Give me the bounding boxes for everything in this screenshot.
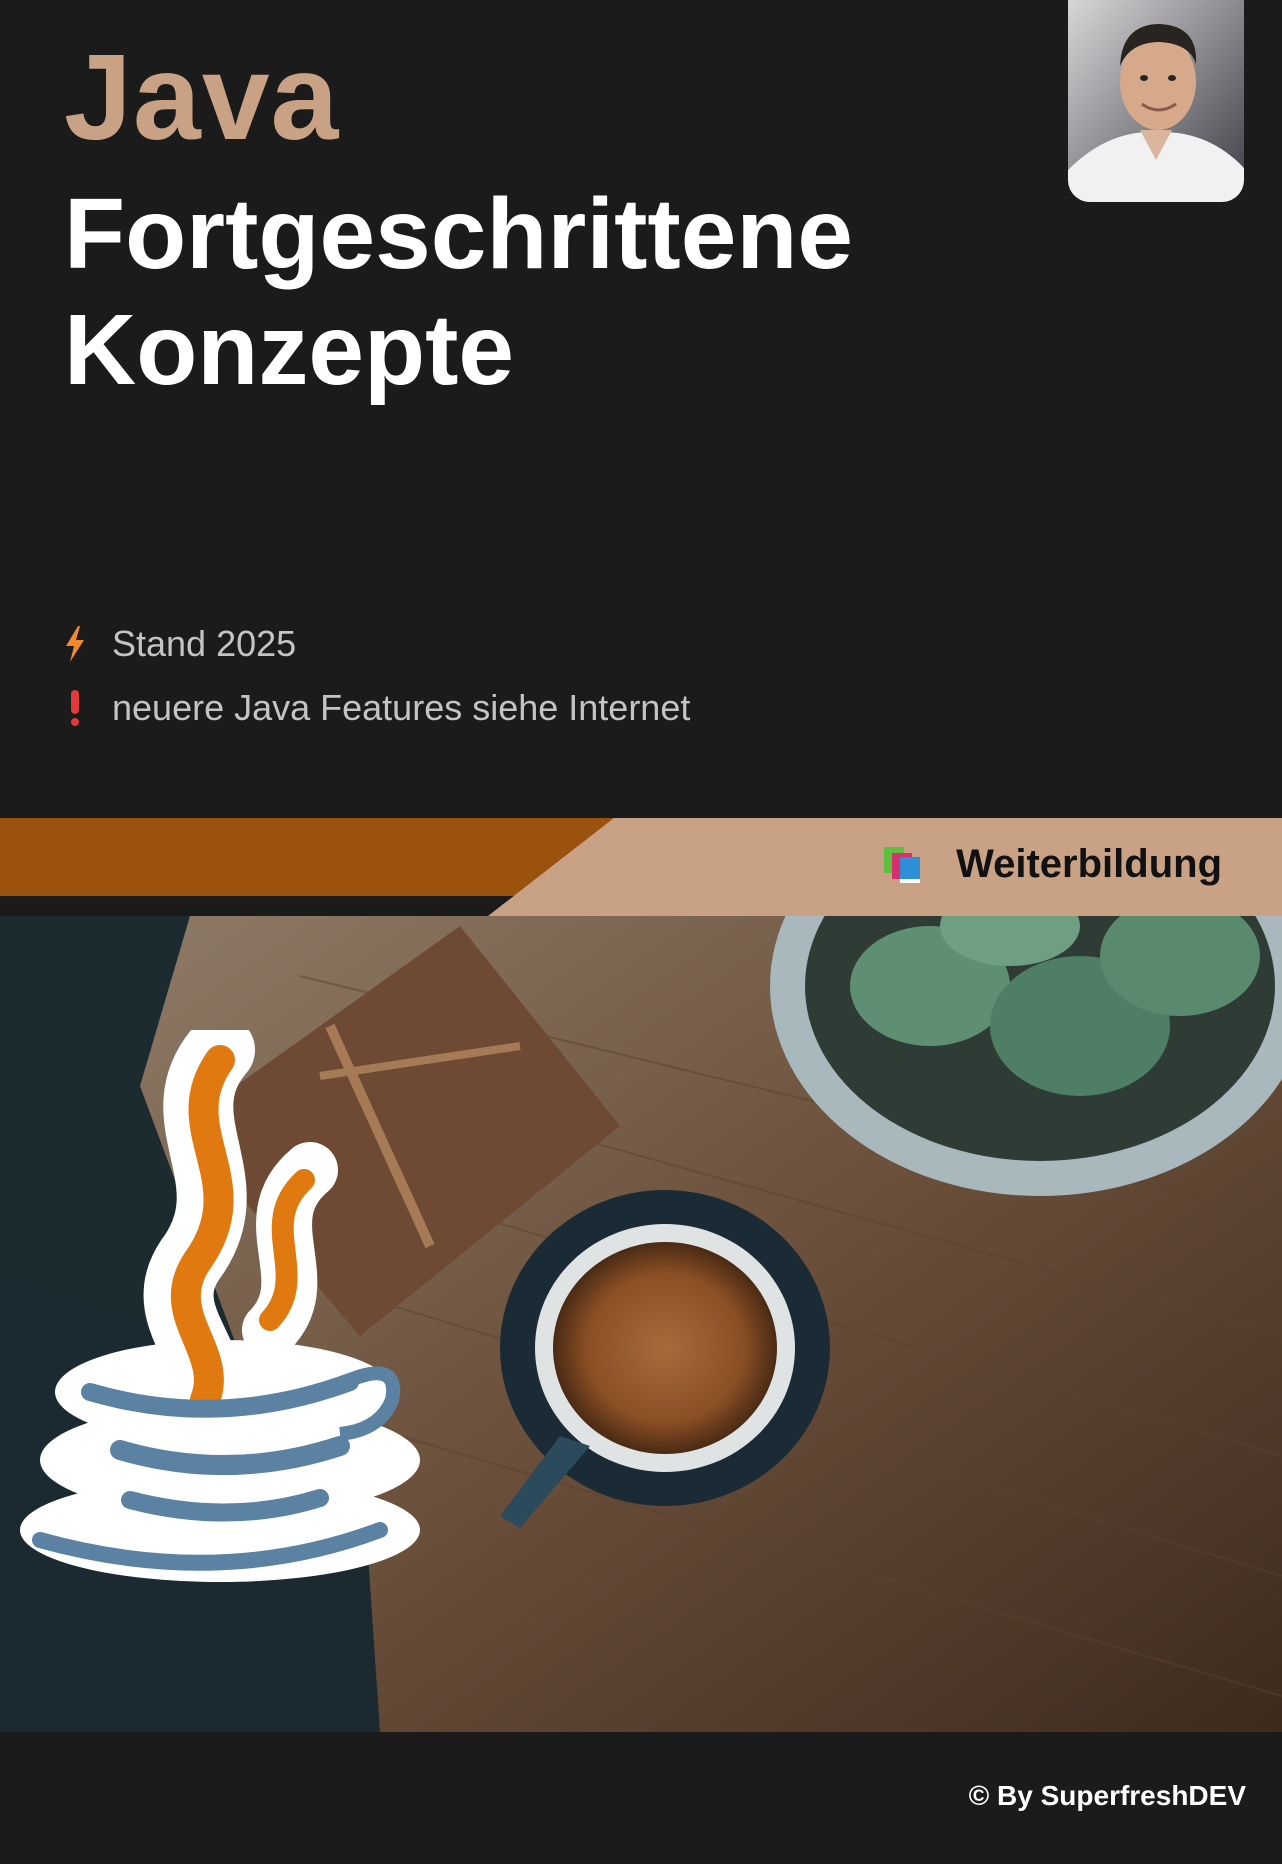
banner-label: Weiterbildung (882, 842, 1222, 887)
info-text: Stand 2025 (112, 623, 297, 664)
title-subtitle: Fortgeschrittene Konzepte (64, 176, 853, 408)
java-logo (20, 1030, 420, 1582)
exclamation-icon (62, 688, 88, 728)
info-list: Stand 2025 neuere Java Features siehe In… (62, 612, 690, 740)
info-text: neuere Java Features siehe Internet (112, 687, 691, 728)
info-item-stand: Stand 2025 (62, 612, 690, 676)
lightning-icon (62, 624, 88, 664)
books-icon (884, 846, 921, 883)
title-line-2: Fortgeschrittene (64, 178, 854, 290)
title-line-3: Konzepte (64, 294, 514, 406)
footer-copyright: © By SuperfreshDEV (968, 1780, 1246, 1811)
info-item-features: neuere Java Features siehe Internet (62, 676, 690, 740)
title-java: Java (64, 29, 340, 165)
banner-text: Weiterbildung (956, 842, 1222, 886)
author-portrait (1068, 0, 1244, 202)
